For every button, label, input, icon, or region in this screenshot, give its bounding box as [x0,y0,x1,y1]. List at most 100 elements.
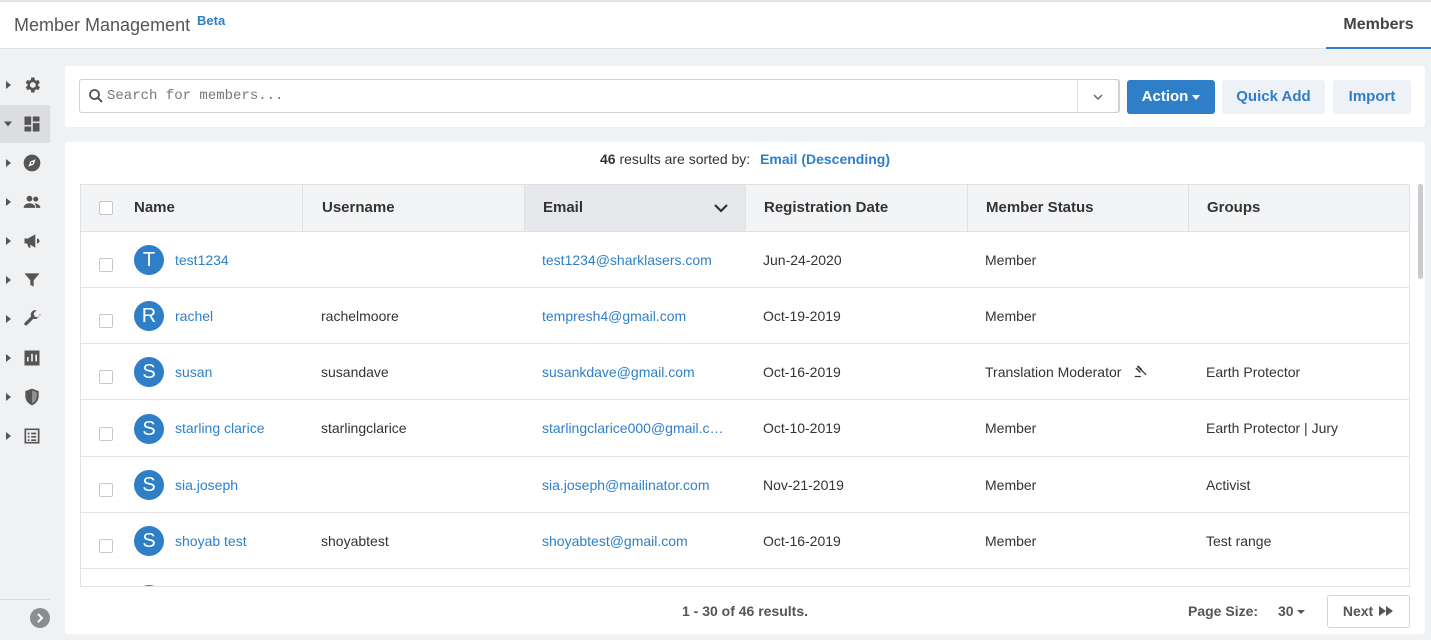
column-username[interactable]: Username [303,185,525,231]
row-checkbox[interactable] [99,539,113,553]
column-email[interactable]: Email [525,185,746,231]
member-name-link[interactable]: rachel [175,288,300,344]
table-header: Name Username Email Registration Date Me… [81,185,1409,232]
member-username [321,232,521,288]
sidebar-item-security[interactable] [0,378,50,416]
sort-desc-icon [714,204,728,213]
sidebar-item-tools[interactable] [0,300,50,338]
caret-right-icon [6,237,11,245]
member-email-link[interactable]: test1234@sharklasers.com [542,232,727,288]
member-username: susandave [321,364,389,380]
member-registration-date: Oct-16-2019 [763,364,841,380]
megaphone-icon [22,231,42,251]
caret-down-icon [1192,94,1201,100]
avatar: S [134,357,164,387]
row-checkbox[interactable] [99,258,113,272]
next-page-button[interactable]: Next [1327,595,1410,628]
member-registration-date: Nov-21-2019 [763,477,844,493]
select-all-checkbox[interactable] [99,201,113,215]
expand-sidebar-button[interactable] [30,608,50,628]
column-name[interactable]: Name [123,185,303,231]
table-row[interactable]: R rachel rachelmoore tempresh4@gmail.com… [81,288,1409,344]
quick-add-button[interactable]: Quick Add [1222,80,1325,114]
next-page-label: Next [1342,603,1374,619]
caret-right-icon [6,432,11,440]
sidebar-item-members[interactable] [0,183,50,221]
action-button[interactable]: Action [1127,80,1215,114]
results-count: 46 [599,151,616,167]
search-icon [89,89,103,103]
avatar [134,585,164,586]
sort-text: results are sorted by: [619,151,751,167]
table-scrollbar[interactable] [1418,184,1423,279]
member-registration-date: Oct-19-2019 [763,308,841,324]
column-member-status[interactable]: Member Status [968,185,1189,231]
search-dropdown-toggle[interactable] [1077,79,1119,113]
page-size-label: Page Size: [1188,603,1259,619]
members-table: Name Username Email Registration Date Me… [80,184,1410,587]
sidebar-item-dashboard[interactable] [0,105,50,143]
table-row[interactable]: S starling clarice starlingclarice starl… [81,400,1409,457]
table-row[interactable]: S sia.joseph sia.joseph@mailinator.com N… [81,457,1409,513]
sidebar-item-lists[interactable] [0,417,50,455]
table-row[interactable] [81,569,1409,586]
caret-right-icon [6,315,11,323]
member-name-link[interactable]: sia.joseph [175,457,300,513]
row-checkbox[interactable] [99,314,113,328]
member-username: starlingclarice [321,420,407,436]
member-email-link[interactable]: susankdave@gmail.com [542,344,727,400]
column-registration-date[interactable]: Registration Date [746,185,968,231]
member-email-link[interactable]: tempresh4@gmail.com [542,288,727,344]
tab-members[interactable]: Members [1326,2,1431,49]
members-panel: 46 results are sorted by: Email (Descend… [65,142,1425,634]
member-groups [1206,288,1406,344]
row-checkbox[interactable] [99,427,113,441]
caret-right-icon [6,198,11,206]
gear-icon [22,75,42,95]
caret-right-icon [6,276,11,284]
member-name-link[interactable]: starling clarice [175,400,300,457]
member-groups: Test range [1206,533,1272,549]
sidebar-item-explore[interactable] [0,144,50,182]
column-email-label: Email [543,199,584,216]
member-username: rachelmoore [321,308,399,324]
sort-field-link[interactable]: Email (Descending) [760,151,890,167]
caret-right-icon [6,393,11,401]
member-registration-date: Oct-10-2019 [763,420,841,436]
avatar: S [134,526,164,556]
member-name-link[interactable]: test1234 [175,232,300,288]
page-size-select[interactable]: 30 [1278,603,1305,619]
member-username: shoyabtest [321,533,389,549]
dashboard-icon [22,114,42,134]
member-registration-date: Jun-24-2020 [763,252,842,268]
search-input[interactable] [107,80,1067,112]
member-email-link[interactable]: starlingclarice000@gmail.c… [542,400,727,457]
caret-right-icon [6,354,11,362]
member-name-link[interactable]: susan [175,344,300,400]
avatar: S [134,470,164,500]
header-select-cell [81,185,123,231]
sidebar-item-campaigns[interactable] [0,222,50,260]
row-checkbox[interactable] [99,370,113,384]
chevron-right-icon [37,613,44,623]
shield-icon [22,387,42,407]
row-checkbox[interactable] [99,483,113,497]
member-email-link[interactable]: shoyabtest@gmail.com [542,513,727,569]
caret-down-icon [4,121,12,127]
member-name-link[interactable]: shoyab test [175,513,300,569]
caret-right-icon [6,159,11,167]
column-groups[interactable]: Groups [1189,185,1409,231]
member-groups: Earth Protector [1206,364,1301,380]
sidebar-item-settings[interactable] [0,66,50,104]
sidebar-item-filters[interactable] [0,261,50,299]
sidebar-divider [0,599,50,600]
table-row[interactable]: S shoyab test shoyabtest shoyabtest@gmai… [81,513,1409,569]
sidebar-item-reports[interactable] [0,339,50,377]
people-icon [22,192,42,212]
table-row[interactable]: S susan susandave susankdave@gmail.com O… [81,344,1409,400]
member-email-link[interactable]: sia.joseph@mailinator.com [542,457,727,513]
import-button[interactable]: Import [1333,80,1411,114]
member-username [321,457,521,513]
action-button-label: Action [1141,88,1189,105]
table-row[interactable]: T test1234 test1234@sharklasers.com Jun-… [81,232,1409,288]
